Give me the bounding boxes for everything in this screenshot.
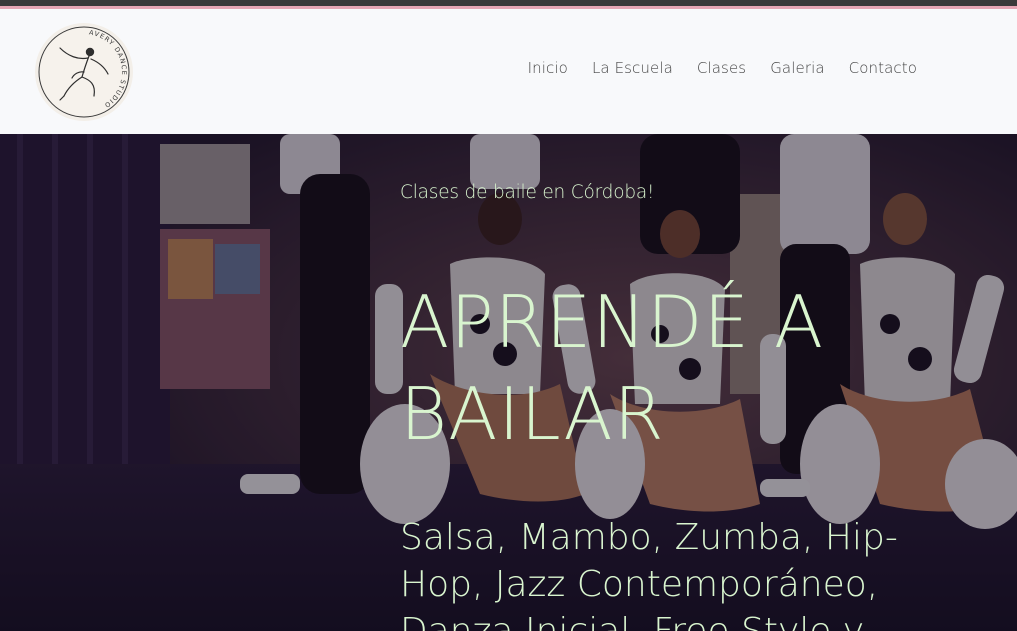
nav-item-la-escuela[interactable]: La Escuela xyxy=(592,59,673,83)
main-nav: Inicio La Escuela Clases Galeria Contact… xyxy=(520,59,917,83)
top-bar xyxy=(0,0,1017,9)
dancer-icon: AVERY DANCE STUDIO xyxy=(35,23,133,121)
nav-item-clases[interactable]: Clases xyxy=(697,59,746,83)
nav-item-contacto[interactable]: Contacto xyxy=(849,59,917,83)
nav-item-galeria[interactable]: Galeria xyxy=(770,59,824,83)
hero-section: Clases de baile en Córdoba! APRENDÉ A BA… xyxy=(0,134,1017,631)
hero-kicker: Clases de baile en Córdoba! xyxy=(400,182,655,203)
hero-subhead: Salsa, Mambo, Zumba, Hip-Hop, Jazz Conte… xyxy=(400,517,898,631)
studio-logo[interactable]: AVERY DANCE STUDIO xyxy=(34,22,134,122)
hero-headline: APRENDÉ A BAILAR xyxy=(400,280,825,456)
site-header: AVERY DANCE STUDIO Inicio La Escuela Cla… xyxy=(0,9,1017,134)
nav-item-inicio[interactable]: Inicio xyxy=(528,59,568,83)
